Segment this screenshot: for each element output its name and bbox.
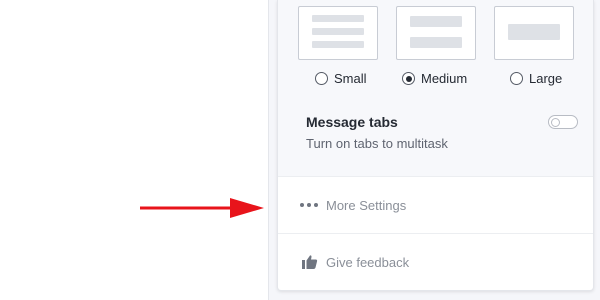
quick-settings-card: Small Medium Large Message tabs Turn on … <box>277 0 594 291</box>
density-small-label: Small <box>334 71 367 87</box>
more-settings-label: More Settings <box>326 198 407 213</box>
message-tabs-title: Message tabs <box>306 114 398 130</box>
density-option-medium[interactable]: Medium <box>396 6 476 96</box>
give-feedback-button[interactable]: Give feedback <box>278 234 593 290</box>
red-arrow-icon <box>140 198 264 218</box>
left-blank-area <box>0 0 268 300</box>
density-large-label: Large <box>529 71 563 87</box>
display-settings-section: Small Medium Large Message tabs Turn on … <box>278 0 593 176</box>
density-small-radio[interactable] <box>315 72 328 86</box>
give-feedback-label: Give feedback <box>326 255 410 270</box>
density-option-large[interactable]: Large <box>494 6 574 96</box>
density-large-preview-icon <box>494 6 574 60</box>
density-large-radio[interactable] <box>510 72 523 86</box>
density-medium-preview-icon <box>396 6 476 60</box>
settings-panel: Small Medium Large Message tabs Turn on … <box>268 0 600 300</box>
density-medium-radio[interactable] <box>402 72 415 86</box>
message-tabs-setting: Message tabs Turn on tabs to multitask <box>278 110 593 160</box>
density-options: Small Medium Large <box>298 6 578 96</box>
density-small-preview-icon <box>298 6 378 60</box>
more-settings-button[interactable]: More Settings <box>278 177 593 233</box>
message-tabs-toggle[interactable] <box>548 115 578 129</box>
message-tabs-description: Turn on tabs to multitask <box>306 136 448 151</box>
more-dots-icon <box>300 197 320 213</box>
density-option-small[interactable]: Small <box>298 6 378 96</box>
density-medium-label: Medium <box>421 71 468 87</box>
thumbs-up-icon <box>302 255 318 269</box>
toggle-knob <box>551 117 560 127</box>
